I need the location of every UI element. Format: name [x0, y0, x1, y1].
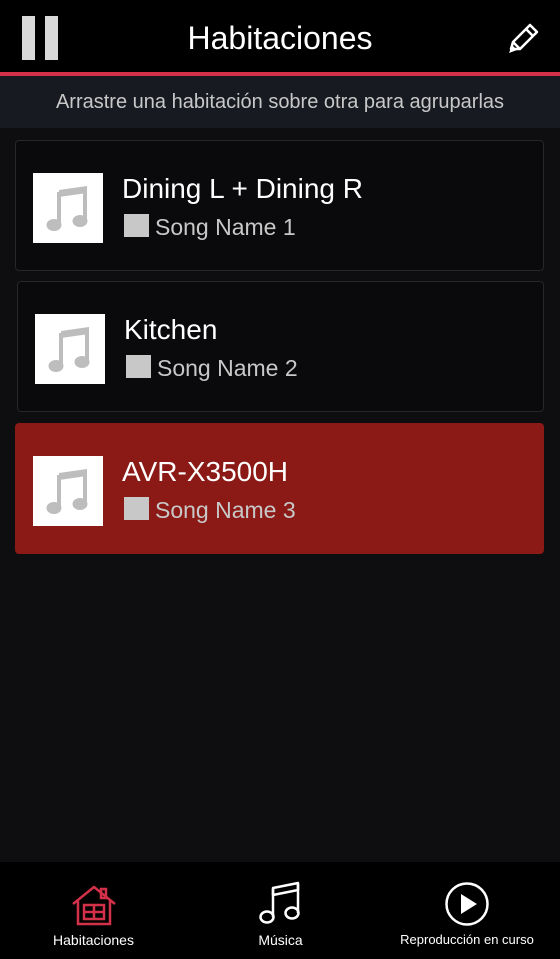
page-title: Habitaciones: [187, 20, 373, 56]
tab-label: Habitaciones: [53, 932, 134, 948]
song-name: Song Name 1: [155, 214, 296, 240]
room-name: Kitchen: [124, 314, 218, 345]
header-bar: Habitaciones: [0, 0, 560, 72]
now-playing-row: Song Name 1: [124, 214, 296, 242]
house-icon: [71, 885, 116, 926]
pencil-icon: [509, 23, 539, 53]
bottom-nav: Habitaciones Música Reproducción en curs…: [0, 862, 560, 959]
stop-icon: [124, 214, 149, 237]
song-name: Song Name 2: [157, 355, 298, 381]
stop-icon: [126, 355, 151, 378]
music-note-icon: [258, 881, 300, 924]
now-playing-row: Song Name 2: [126, 355, 298, 383]
app-window: Habitaciones Arrastre una habitación sob…: [0, 0, 560, 959]
now-playing-row: Song Name 3: [124, 497, 296, 525]
album-art: [35, 314, 105, 384]
tab-musica[interactable]: Música: [187, 862, 374, 959]
pause-icon-bar: [45, 16, 58, 60]
tab-label: Música: [258, 932, 303, 948]
play-circle-icon: [445, 882, 489, 926]
room-name: Dining L + Dining R: [122, 173, 363, 204]
tab-habitaciones[interactable]: Habitaciones: [0, 862, 187, 959]
album-art: [33, 456, 103, 526]
room-card[interactable]: Kitchen Song Name 2: [17, 281, 544, 412]
edit-button[interactable]: [503, 19, 543, 59]
pause-button[interactable]: [22, 16, 60, 60]
tab-reproduccion[interactable]: Reproducción en curso: [374, 862, 560, 959]
drag-hint: Arrastre una habitación sobre otra para …: [0, 76, 560, 128]
stop-icon: [124, 497, 149, 520]
song-name: Song Name 3: [155, 497, 296, 523]
room-card-selected[interactable]: AVR-X3500H Song Name 3: [15, 423, 544, 554]
music-note-icon: [46, 186, 88, 231]
room-name: AVR-X3500H: [122, 456, 289, 487]
music-note-icon: [48, 327, 90, 372]
tab-label: Reproducción en curso: [400, 932, 534, 947]
music-note-icon: [46, 469, 88, 514]
pause-icon: [22, 16, 35, 60]
room-card[interactable]: Dining L + Dining R Song Name 1: [15, 140, 544, 271]
album-art: [33, 173, 103, 243]
